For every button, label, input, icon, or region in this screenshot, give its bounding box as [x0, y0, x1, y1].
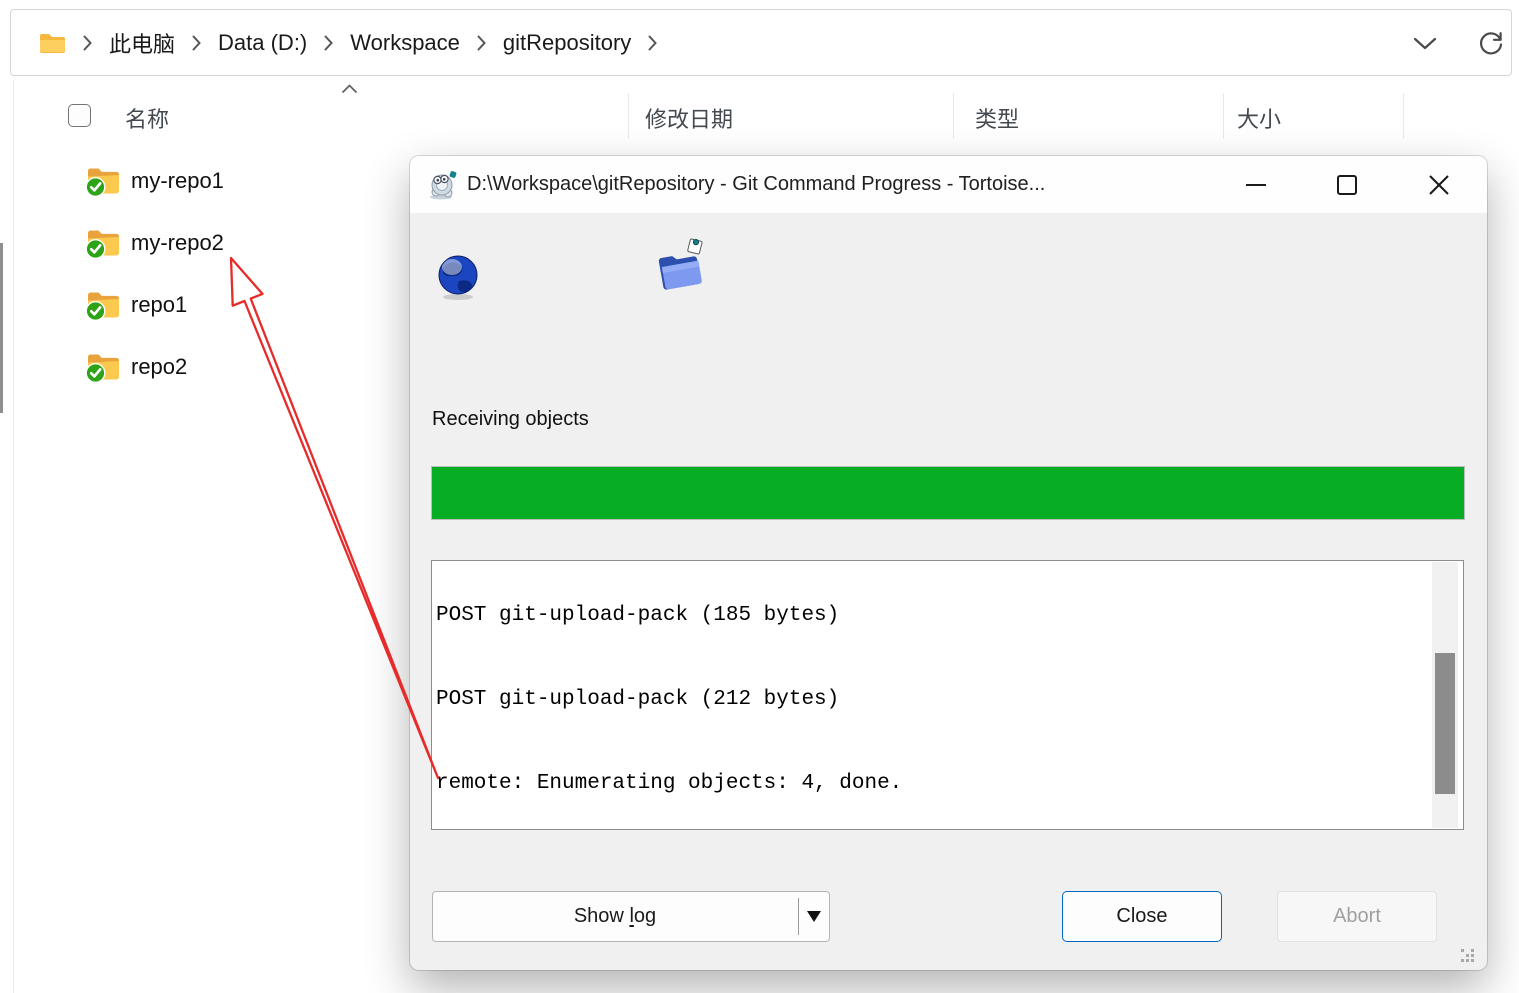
git-clean-folder-icon — [85, 165, 121, 197]
log-line: POST git-upload-pack (212 bytes) — [436, 686, 1429, 714]
close-icon — [1428, 174, 1450, 196]
log-scroll-area[interactable]: POST git-upload-pack (185 bytes) POST gi… — [436, 561, 1429, 829]
close-window-button[interactable] — [1416, 156, 1462, 213]
file-row-repo2[interactable]: repo2 — [85, 349, 187, 385]
file-name: repo2 — [131, 354, 187, 380]
address-dropdown-button[interactable] — [1403, 10, 1447, 77]
breadcrumb-item-this-pc[interactable]: 此电脑 — [109, 27, 175, 59]
column-header-name[interactable]: 名称 — [125, 102, 169, 134]
file-row-my-repo1[interactable]: my-repo1 — [85, 163, 224, 199]
folder-icon — [39, 32, 66, 54]
chevron-right-icon — [83, 35, 92, 51]
show-log-label: Show — [574, 905, 630, 927]
chevron-right-icon — [648, 35, 657, 51]
chevron-right-icon — [192, 35, 201, 51]
chevron-right-icon — [324, 35, 333, 51]
dialog-title-bar[interactable]: D:\Workspace\gitRepository - Git Command… — [410, 156, 1487, 213]
show-log-button[interactable]: Show log — [432, 891, 830, 942]
log-scrollbar-track[interactable] — [1432, 562, 1458, 828]
column-separator[interactable] — [953, 93, 954, 139]
refresh-button[interactable] — [1469, 10, 1513, 77]
column-separator[interactable] — [628, 93, 629, 139]
progress-bar — [431, 466, 1465, 520]
refresh-icon — [1477, 30, 1505, 58]
breadcrumb: 此电脑 Data (D:) Workspace gitRepository — [39, 27, 657, 59]
resize-grip[interactable] — [1461, 949, 1475, 963]
column-header-size[interactable]: 大小 — [1237, 102, 1281, 134]
breadcrumb-item-drive-d[interactable]: Data (D:) — [218, 30, 307, 56]
maximize-icon — [1337, 175, 1357, 195]
command-log-output[interactable]: POST git-upload-pack (185 bytes) POST gi… — [431, 560, 1464, 830]
progress-bar-fill — [432, 467, 1464, 519]
breadcrumb-item-gitrepository[interactable]: gitRepository — [503, 30, 631, 56]
chevron-down-icon — [1413, 37, 1437, 50]
column-separator[interactable] — [1223, 93, 1224, 139]
file-name: repo1 — [131, 292, 187, 318]
chevron-right-icon — [477, 35, 486, 51]
column-separator[interactable] — [1403, 93, 1404, 139]
git-command-progress-dialog: D:\Workspace\gitRepository - Git Command… — [410, 156, 1487, 970]
git-clean-folder-icon — [85, 289, 121, 321]
local-folder-icon — [653, 238, 707, 296]
breadcrumb-item-workspace[interactable]: Workspace — [350, 30, 460, 56]
split-button-divider — [798, 898, 799, 935]
log-line: POST git-upload-pack (185 bytes) — [436, 602, 1429, 630]
git-clean-folder-icon — [85, 227, 121, 259]
log-scrollbar-thumb[interactable] — [1435, 653, 1455, 794]
left-scrollbar-thumb[interactable] — [0, 243, 3, 413]
sort-ascending-icon — [341, 84, 358, 94]
pane-divider — [13, 80, 14, 993]
maximize-button[interactable] — [1324, 156, 1370, 213]
remote-globe-icon — [437, 253, 479, 301]
resize-grip-dots — [1461, 949, 1464, 952]
file-name: my-repo2 — [131, 230, 224, 256]
log-line: remote: Enumerating objects: 4, done. — [436, 770, 1429, 798]
address-bar[interactable]: 此电脑 Data (D:) Workspace gitRepository — [10, 9, 1512, 76]
close-button[interactable]: Close — [1062, 891, 1222, 942]
tortoisegit-icon — [427, 170, 458, 200]
minimize-button[interactable] — [1233, 156, 1279, 213]
triangle-down-icon[interactable] — [807, 911, 821, 922]
show-log-label-rest: og — [634, 905, 656, 927]
git-clean-folder-icon — [85, 351, 121, 383]
file-row-my-repo2[interactable]: my-repo2 — [85, 225, 224, 261]
select-all-checkbox[interactable] — [68, 104, 91, 127]
dialog-title: D:\Workspace\gitRepository - Git Command… — [467, 173, 1045, 196]
column-header-date-modified[interactable]: 修改日期 — [645, 102, 733, 134]
file-name: my-repo1 — [131, 168, 224, 194]
progress-stage-label: Receiving objects — [432, 408, 589, 431]
column-header-type[interactable]: 类型 — [975, 102, 1019, 134]
abort-button[interactable]: Abort — [1277, 891, 1437, 942]
file-row-repo1[interactable]: repo1 — [85, 287, 187, 323]
minimize-icon — [1246, 184, 1266, 186]
